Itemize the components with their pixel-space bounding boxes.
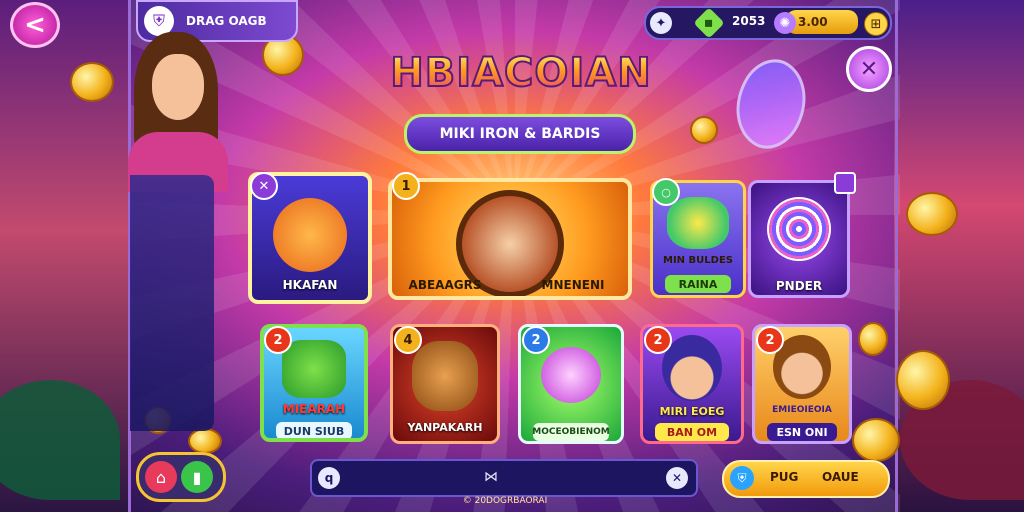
game-card[interactable]: PNDER — [748, 180, 850, 298]
card-title-left: ABEAAGRS — [408, 278, 482, 292]
close-button[interactable]: ✕ — [846, 46, 892, 92]
add-coin-icon[interactable]: ⊞ — [864, 12, 888, 36]
card-badge: 2 — [644, 326, 672, 354]
card-title: PNDER — [775, 279, 823, 293]
back-button[interactable]: < — [10, 2, 60, 48]
card-badge: ○ — [652, 178, 680, 206]
card-badge: 2 — [522, 326, 550, 354]
play-label-right: OAUE — [822, 470, 859, 484]
card-badge: 1 — [392, 172, 420, 200]
home-controls: ⌂ ▮ — [136, 452, 226, 502]
star-icon[interactable]: ✦ — [650, 12, 672, 34]
chat-icon[interactable]: q — [318, 467, 340, 489]
coin-icon: ✺ — [774, 12, 796, 34]
home-icon[interactable]: ⌂ — [145, 461, 177, 493]
game-card-featured[interactable]: ABEAAGRS MNENENI — [388, 178, 632, 300]
card-badge: 2 — [756, 326, 784, 354]
card-title: MIRI EOEG — [659, 405, 725, 418]
floating-coin-icon — [690, 116, 718, 144]
card-title: MIN BULDES — [663, 255, 733, 266]
game-title: HBIACOIAN — [368, 49, 674, 97]
close-icon[interactable]: ✕ — [666, 467, 688, 489]
gem-count: 2053 — [732, 14, 766, 28]
floating-coin-icon — [906, 192, 958, 236]
card-plate: ESN ONI — [767, 423, 837, 441]
card-title: MOCEOBIENOM — [532, 423, 610, 441]
resource-bar: ✦ ◆ 2053 ✺ 3.00 ⊞ — [644, 6, 892, 40]
floating-coin-icon — [188, 428, 222, 454]
card-title: YANPAKARH — [407, 421, 483, 434]
footer-text: © 20DOGRBAORAI — [462, 496, 548, 506]
star-character-icon — [282, 340, 346, 398]
floating-coin-icon — [852, 418, 900, 462]
card-plate: BAN OM — [655, 423, 729, 441]
floating-coin-icon — [858, 322, 888, 356]
card-plate: DUN SIUB — [276, 422, 352, 438]
book-icon[interactable]: ▮ — [181, 461, 213, 493]
host-character — [128, 22, 228, 192]
host-face — [152, 54, 204, 120]
floating-coin-icon — [896, 350, 950, 410]
card-plate: RAINA — [665, 275, 731, 293]
crystal-orb-icon — [541, 347, 601, 403]
card-title: HKAFAN — [282, 278, 338, 292]
floating-coin-icon — [70, 62, 114, 102]
slime-character-icon — [667, 197, 729, 249]
card-badge: ✕ — [250, 172, 278, 200]
card-title: EMIEOIEOIA — [772, 405, 832, 415]
card-corner-badge — [834, 172, 856, 194]
card-badge: 4 — [394, 326, 422, 354]
bottom-bar: q ⋈ ✕ — [310, 459, 698, 497]
cat-character-icon — [412, 341, 478, 411]
gem-icon: ◆ — [693, 7, 725, 39]
coin-count: 3.00 — [786, 10, 858, 34]
subtitle-banner: MIKI IRON & BARDIS — [404, 114, 636, 154]
shield-icon: ⛨ — [730, 466, 754, 490]
swirl-orb-icon — [767, 197, 831, 261]
bow-tie-icon: ⋈ — [484, 469, 498, 485]
card-title: MIEARAH — [282, 402, 346, 416]
card-title-right: MNENENI — [541, 278, 605, 292]
play-button[interactable]: ⛨ PUG OAUE — [722, 460, 890, 498]
left-sidebar — [130, 175, 214, 431]
card-badge: 2 — [264, 326, 292, 354]
fox-character-icon — [273, 198, 347, 272]
play-label-left: PUG — [770, 470, 799, 484]
